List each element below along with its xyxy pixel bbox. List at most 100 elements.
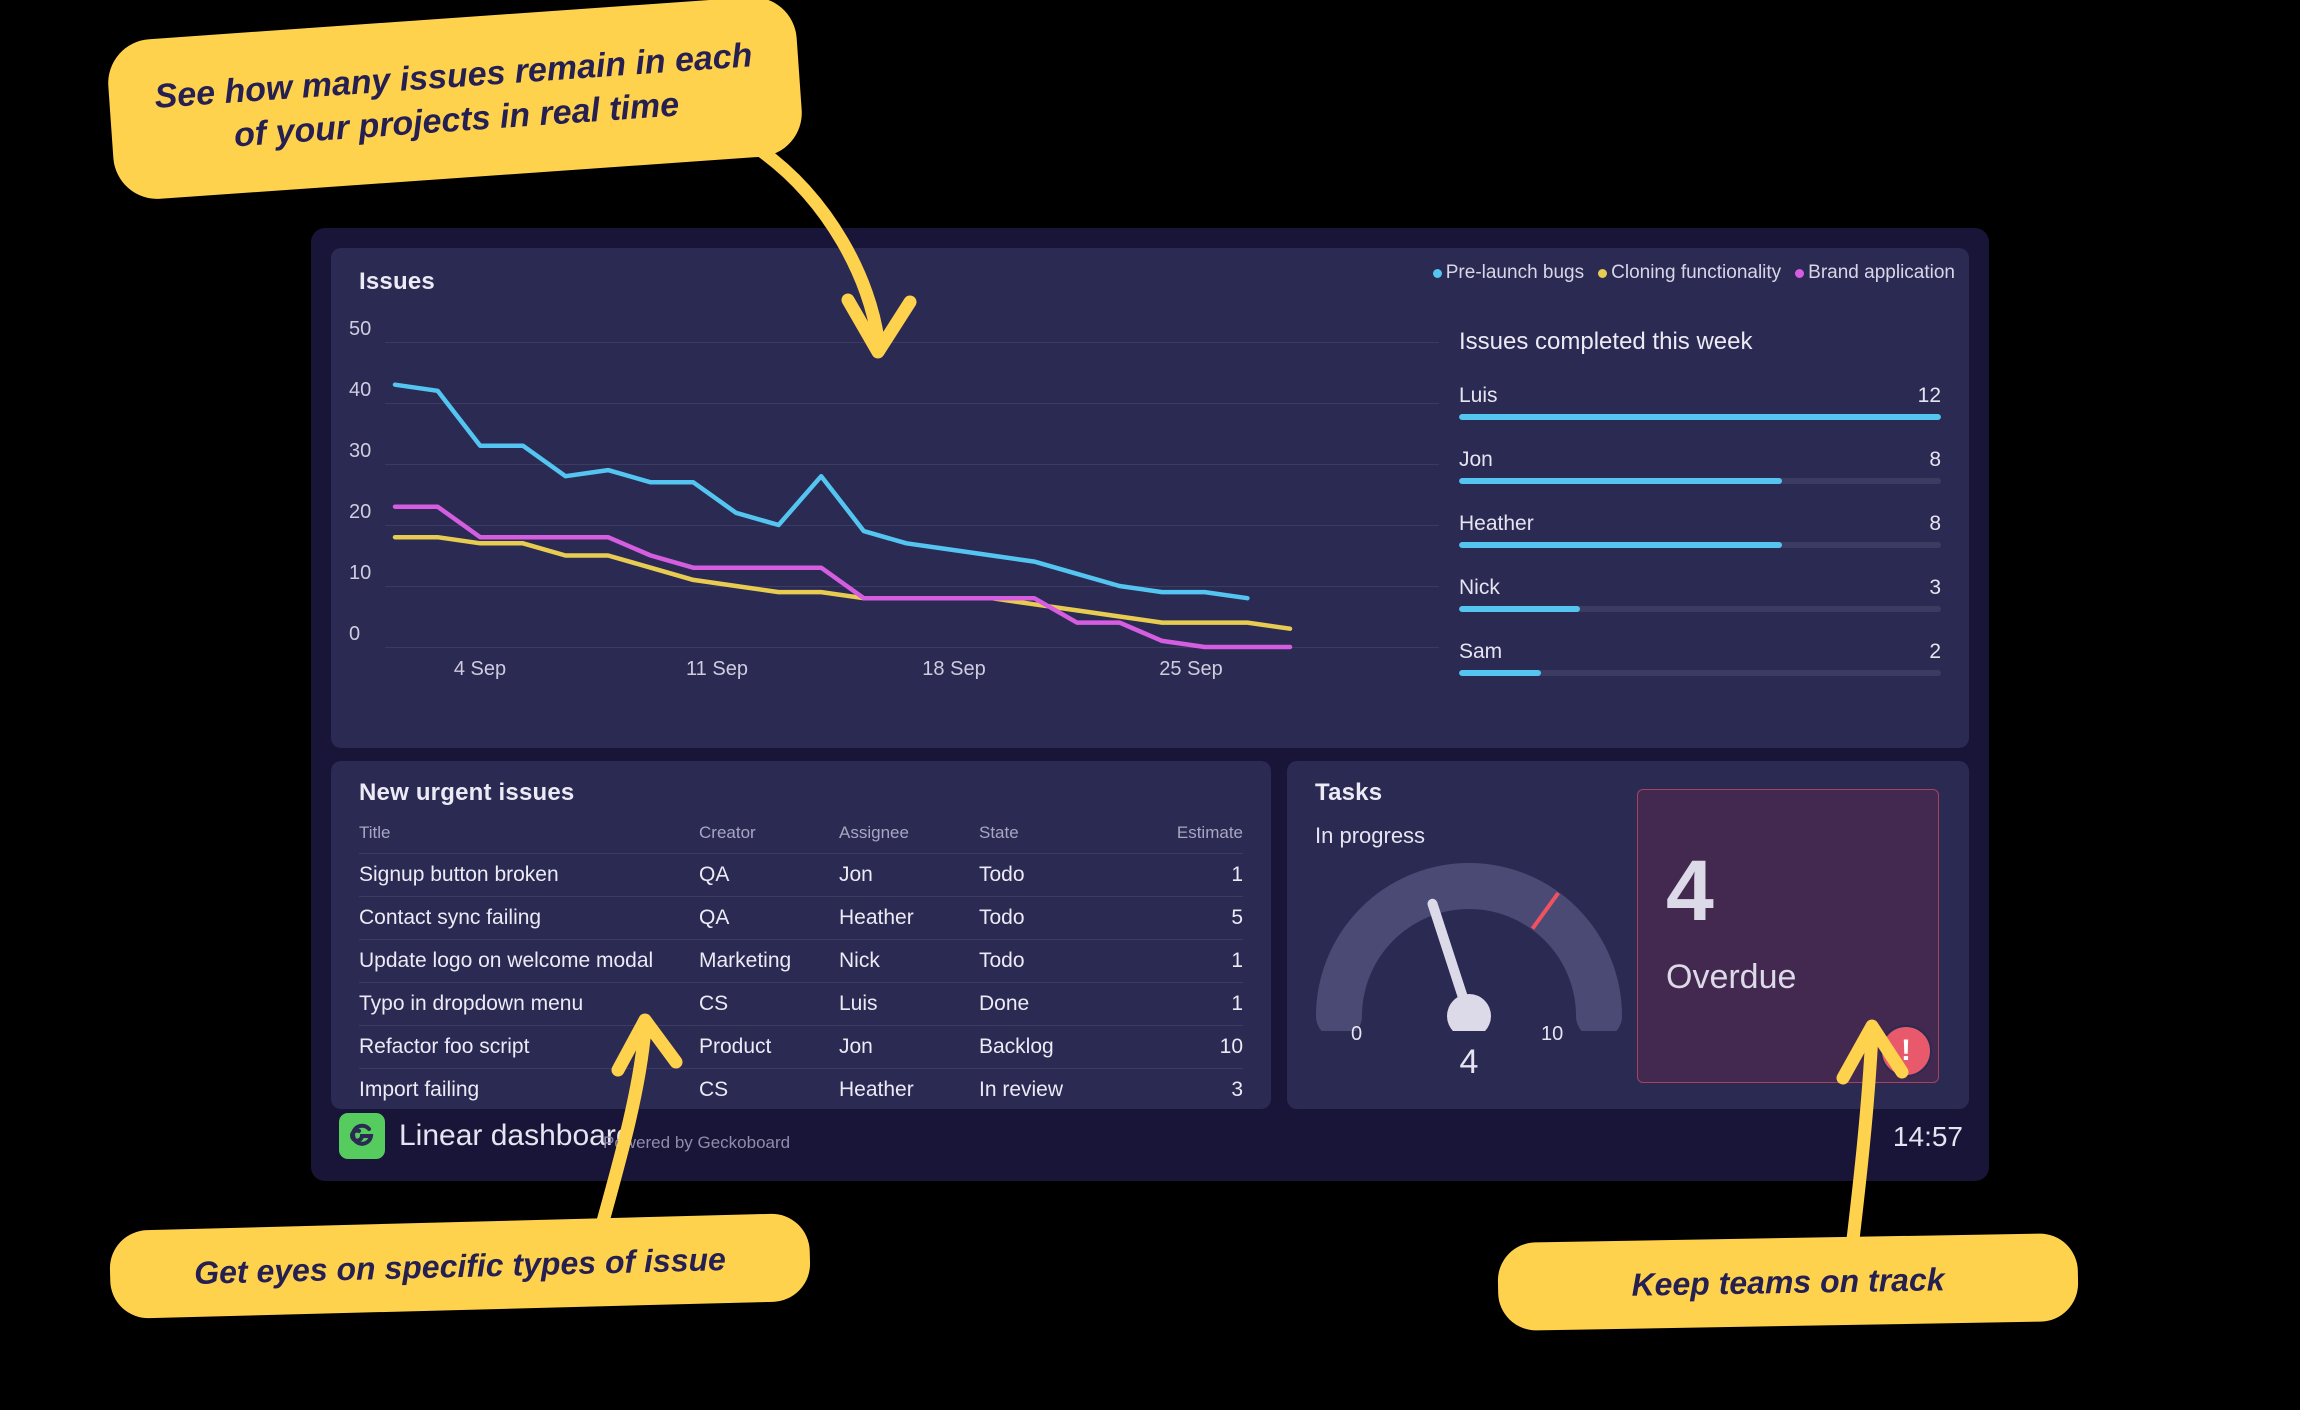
issues-panel-title: Issues bbox=[359, 268, 435, 295]
legend-swatch-prelaunch-icon bbox=[1432, 268, 1442, 278]
overdue-label: Overdue bbox=[1666, 958, 1797, 996]
exclamation-icon: ! bbox=[1880, 1025, 1932, 1077]
cell-assignee: Heather bbox=[839, 1068, 979, 1111]
completed-value: 8 bbox=[1929, 448, 1941, 471]
legend-item-0[interactable]: Pre-launch bugs bbox=[1432, 262, 1585, 284]
cell-assignee: Luis bbox=[839, 982, 979, 1026]
cell-assignee: Jon bbox=[839, 1025, 979, 1069]
issues-completed-list: Luis 12 Jon 8 Heather 8 Nick 3 Sam 2 bbox=[1459, 384, 1941, 676]
completed-name: Luis bbox=[1459, 384, 1498, 407]
cell-title: Typo in dropdown menu bbox=[359, 982, 699, 1026]
table-header-row: Title Creator Assignee State Estimate bbox=[359, 823, 1243, 854]
urgent-issues-body: Signup button broken QA Jon Todo 1 Contact sy… bbox=[359, 853, 1243, 1111]
legend-label-1: Cloning functionality bbox=[1611, 262, 1782, 283]
completed-value: 12 bbox=[1917, 384, 1941, 407]
completed-bar-fill bbox=[1459, 670, 1541, 676]
geckoboard-logo-icon bbox=[339, 1113, 385, 1159]
issues-completed-widget: Issues completed this week Luis 12 Jon 8 Hea… bbox=[1459, 328, 1941, 704]
gauge-value-label: 4 bbox=[1459, 1043, 1479, 1081]
completed-bar-fill bbox=[1459, 606, 1580, 612]
column-header-estimate: Estimate bbox=[1176, 823, 1243, 842]
overdue-count: 4 bbox=[1666, 843, 1714, 939]
x-tick-0: 4 Sep bbox=[453, 658, 507, 680]
column-header-creator: Creator bbox=[699, 823, 756, 842]
table-row[interactable]: Refactor foo script Product Jon Backlog 10 bbox=[359, 1025, 1243, 1069]
table-row[interactable]: Contact sync failing QA Heather Todo 5 bbox=[359, 896, 1243, 940]
cell-creator: Product bbox=[699, 1025, 839, 1069]
completed-name: Jon bbox=[1459, 448, 1493, 471]
completed-row: Heather 8 bbox=[1459, 512, 1941, 548]
legend-item-1[interactable]: Cloning functionality bbox=[1598, 262, 1781, 284]
cell-estimate: 1 bbox=[1129, 982, 1243, 1026]
urgent-issues-title: New urgent issues bbox=[359, 779, 575, 806]
urgent-issues-table: Title Creator Assignee State Estimate Si… bbox=[359, 823, 1243, 1111]
y-tick-50: 50 bbox=[349, 318, 372, 340]
issues-line-chart: 50 40 30 20 10 0 4 Sep 11 Sep 18 Sep 25 … bbox=[349, 318, 1439, 728]
chart-plot-area bbox=[385, 328, 1439, 673]
table-row[interactable]: Typo in dropdown menu CS Luis Done 1 bbox=[359, 982, 1243, 1026]
in-progress-label: In progress bbox=[1315, 823, 1426, 848]
new-urgent-issues-panel: New urgent issues Title Creator Assignee… bbox=[331, 761, 1271, 1111]
completed-bar-fill bbox=[1459, 478, 1782, 484]
legend-label-2: Brand application bbox=[1808, 262, 1955, 283]
completed-bar-track bbox=[1459, 414, 1941, 420]
callout-bubble-issue-types: Get eyes on specific types of issue bbox=[108, 1212, 812, 1320]
completed-row: Nick 3 bbox=[1459, 576, 1941, 612]
y-tick-40: 40 bbox=[349, 379, 372, 401]
issues-completed-title: Issues completed this week bbox=[1459, 328, 1753, 355]
table-row[interactable]: Signup button broken QA Jon Todo 1 bbox=[359, 853, 1243, 897]
column-header-state: State bbox=[979, 823, 1019, 842]
cell-estimate: 5 bbox=[1129, 896, 1243, 940]
cell-title: Import failing bbox=[359, 1068, 699, 1111]
dashboard-container: Issues Pre-launch bugs Cloning functiona… bbox=[311, 228, 1989, 1181]
tasks-panel: Tasks In progress 0 10 4 4 Overdue ! bbox=[1287, 761, 1969, 1109]
legend-swatch-brand-icon bbox=[1795, 268, 1805, 278]
completed-bar-track bbox=[1459, 606, 1941, 612]
cell-creator: QA bbox=[699, 853, 839, 897]
cell-title: Signup button broken bbox=[359, 853, 699, 897]
cell-state: In review bbox=[979, 1068, 1129, 1111]
issues-panel: Issues Pre-launch bugs Cloning functiona… bbox=[331, 248, 1969, 748]
cell-state: Todo bbox=[979, 853, 1129, 897]
cell-state: Backlog bbox=[979, 1025, 1129, 1069]
cell-creator: CS bbox=[699, 982, 839, 1026]
completed-row: Luis 12 bbox=[1459, 384, 1941, 420]
cell-estimate: 10 bbox=[1129, 1025, 1243, 1069]
dashboard-footer: Linear dashboard Powered by Geckoboard 1… bbox=[331, 1107, 1969, 1167]
completed-value: 2 bbox=[1929, 640, 1941, 663]
cell-title: Update logo on welcome modal bbox=[359, 939, 699, 983]
cell-creator: Marketing bbox=[699, 939, 839, 983]
y-tick-20: 20 bbox=[349, 501, 372, 523]
legend-swatch-cloning-icon bbox=[1598, 268, 1608, 278]
callout-bubble-teams: Keep teams on track bbox=[1497, 1232, 2079, 1332]
completed-bar-fill bbox=[1459, 542, 1782, 548]
cell-estimate: 1 bbox=[1129, 939, 1243, 983]
gauge-svg bbox=[1316, 863, 1622, 1031]
cell-creator: CS bbox=[699, 1068, 839, 1111]
table-row[interactable]: Update logo on welcome modal Marketing Nic… bbox=[359, 939, 1243, 983]
tasks-panel-title: Tasks bbox=[1315, 779, 1383, 806]
cell-state: Todo bbox=[979, 939, 1129, 983]
x-tick-3: 25 Sep bbox=[1159, 658, 1223, 680]
y-tick-0: 0 bbox=[349, 623, 361, 645]
completed-row: Jon 8 bbox=[1459, 448, 1941, 484]
cell-title: Contact sync failing bbox=[359, 896, 699, 940]
completed-name: Sam bbox=[1459, 640, 1503, 663]
column-header-title: Title bbox=[359, 823, 391, 842]
cell-assignee: Nick bbox=[839, 939, 979, 983]
legend-item-2[interactable]: Brand application bbox=[1795, 262, 1955, 284]
x-tick-2: 18 Sep bbox=[922, 658, 986, 680]
legend-label-0: Pre-launch bugs bbox=[1445, 262, 1585, 283]
in-progress-gauge: 0 10 4 bbox=[1309, 851, 1629, 1081]
y-tick-10: 10 bbox=[349, 562, 372, 584]
dashboard-clock: 14:57 bbox=[1892, 1121, 1963, 1152]
completed-name: Heather bbox=[1459, 512, 1534, 535]
table-row[interactable]: Import failing CS Heather In review 3 bbox=[359, 1068, 1243, 1111]
gauge-hub bbox=[1447, 994, 1491, 1031]
cell-state: Done bbox=[979, 982, 1129, 1026]
cell-assignee: Heather bbox=[839, 896, 979, 940]
completed-row: Sam 2 bbox=[1459, 640, 1941, 676]
completed-bar-track bbox=[1459, 478, 1941, 484]
completed-bar-track bbox=[1459, 542, 1941, 548]
cell-state: Todo bbox=[979, 896, 1129, 940]
